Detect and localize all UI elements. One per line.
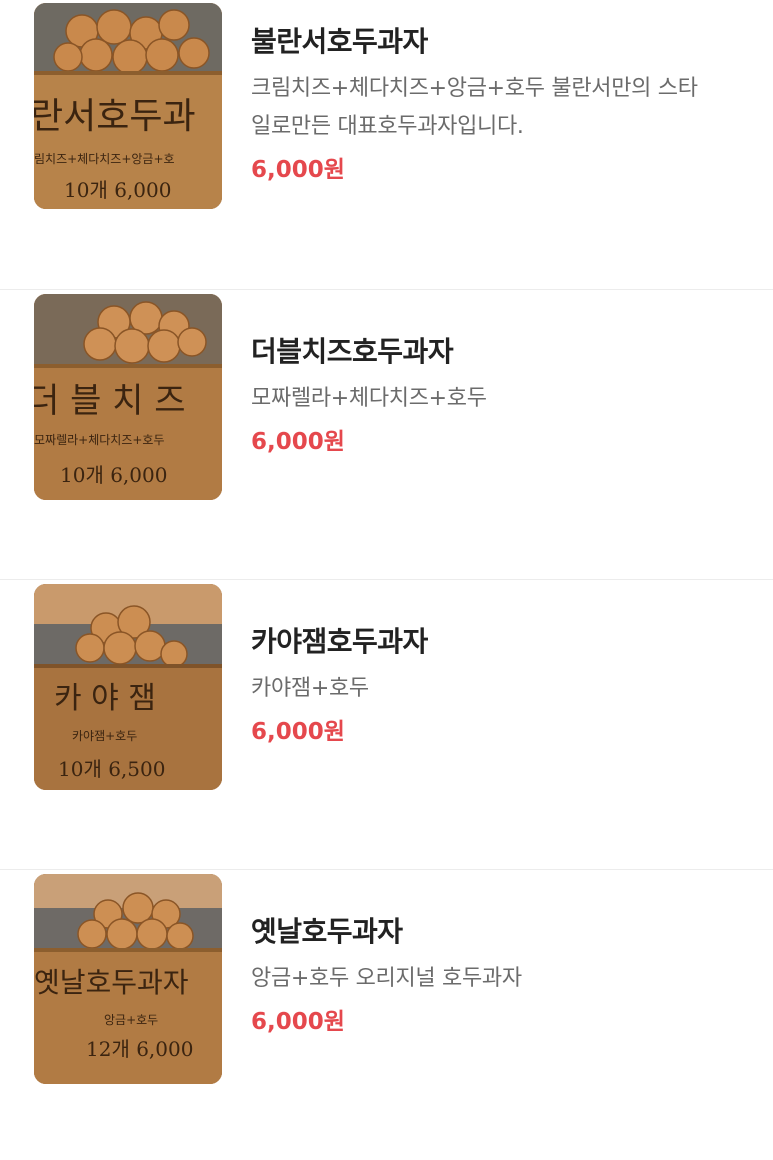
sign-price: 10개 6,000 bbox=[60, 463, 167, 487]
item-description: 카야잼+호두 bbox=[251, 676, 369, 701]
item-price: 6,000원 bbox=[251, 719, 345, 745]
item-name: 옛날호두과자 bbox=[251, 915, 403, 948]
item-name: 더블치즈호두과자 bbox=[251, 335, 454, 368]
product-photo: 란서호두과 림치즈+체다치즈+앙금+호 10개 6,000 bbox=[34, 3, 222, 209]
item-price: 6,000원 bbox=[251, 157, 345, 183]
sign-subtitle: 앙금+호두 bbox=[104, 1013, 158, 1027]
item-name: 불란서호두과자 bbox=[251, 25, 428, 58]
item-description-line: 일로만든 대표호두과자입니다. bbox=[251, 114, 524, 139]
walnut-cake-photo: 더 블 치 즈 모짜렐라+체다치즈+호두 10개 6,000 bbox=[34, 294, 222, 500]
sign-price: 12개 6,000 bbox=[86, 1037, 193, 1061]
product-photo: 카 야 잼 카야잼+호두 10개 6,500 bbox=[34, 584, 222, 790]
item-info: 불란서호두과자 크림치즈+체다치즈+앙금+호두 불란서만의 스타 일로만든 대표… bbox=[251, 22, 751, 188]
item-description: 모짜렐라+체다치즈+호두 bbox=[251, 386, 487, 411]
item-info: 카야잼호두과자 카야잼+호두 6,000원 bbox=[251, 622, 751, 750]
sign-subtitle: 림치즈+체다치즈+앙금+호 bbox=[34, 152, 175, 166]
walnut-cake-photo: 란서호두과 림치즈+체다치즈+앙금+호 10개 6,000 bbox=[34, 3, 222, 209]
item-description: 앙금+호두 오리지널 호두과자 bbox=[251, 966, 522, 991]
item-name: 카야잼호두과자 bbox=[251, 625, 428, 658]
item-price: 6,000원 bbox=[251, 1009, 345, 1035]
menu-item[interactable]: 란서호두과 림치즈+체다치즈+앙금+호 10개 6,000 불란서호두과자 크림… bbox=[0, 0, 773, 290]
walnut-cake-photo: 카 야 잼 카야잼+호두 10개 6,500 bbox=[34, 584, 222, 790]
item-price: 6,000원 bbox=[251, 429, 345, 455]
item-description-line: 크림치즈+체다치즈+앙금+호두 불란서만의 스타 bbox=[251, 76, 698, 101]
sign-title: 카 야 잼 bbox=[54, 681, 156, 716]
menu-item[interactable]: 카 야 잼 카야잼+호두 10개 6,500 카야잼호두과자 카야잼+호두 6,… bbox=[0, 580, 773, 870]
product-photo: 옛날호두과자 앙금+호두 12개 6,000 bbox=[34, 874, 222, 1084]
product-photo: 더 블 치 즈 모짜렐라+체다치즈+호두 10개 6,000 bbox=[34, 294, 222, 500]
menu-item[interactable]: 옛날호두과자 앙금+호두 12개 6,000 옛날호두과자 앙금+호두 오리지널… bbox=[0, 870, 773, 1160]
sign-title: 옛날호두과자 bbox=[34, 966, 189, 999]
sign-subtitle: 모짜렐라+체다치즈+호두 bbox=[34, 433, 165, 447]
item-info: 옛날호두과자 앙금+호두 오리지널 호두과자 6,000원 bbox=[251, 912, 751, 1040]
sign-subtitle: 카야잼+호두 bbox=[72, 729, 137, 743]
sign-title: 더 블 치 즈 bbox=[34, 381, 186, 421]
walnut-cake-photo: 옛날호두과자 앙금+호두 12개 6,000 bbox=[34, 874, 222, 1084]
item-info: 더블치즈호두과자 모짜렐라+체다치즈+호두 6,000원 bbox=[251, 332, 751, 460]
sign-price: 10개 6,500 bbox=[58, 757, 165, 781]
menu-item[interactable]: 더 블 치 즈 모짜렐라+체다치즈+호두 10개 6,000 더블치즈호두과자 … bbox=[0, 290, 773, 580]
sign-price: 10개 6,000 bbox=[64, 178, 171, 202]
menu-list: 란서호두과 림치즈+체다치즈+앙금+호 10개 6,000 불란서호두과자 크림… bbox=[0, 0, 773, 1160]
sign-title: 란서호두과 bbox=[34, 96, 196, 137]
item-description: 크림치즈+체다치즈+앙금+호두 불란서만의 스타 일로만든 대표호두과자입니다. bbox=[251, 70, 751, 146]
